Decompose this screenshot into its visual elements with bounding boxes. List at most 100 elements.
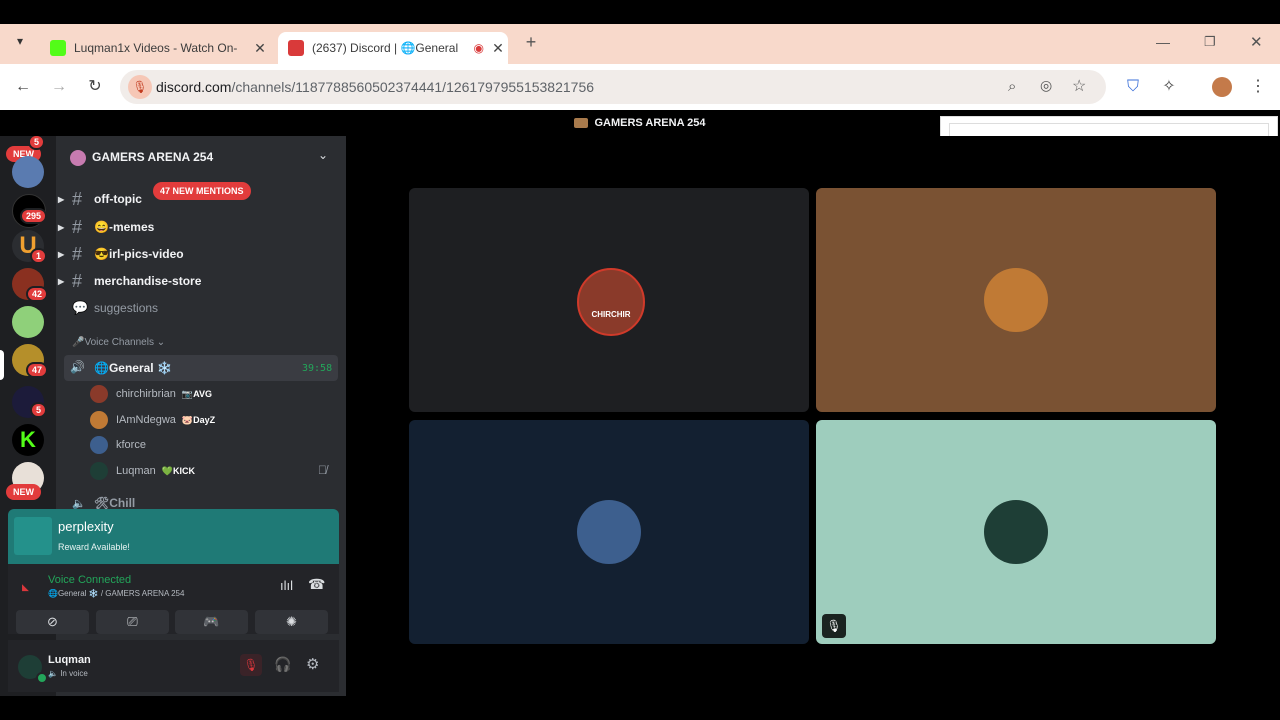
bookmark-star-icon[interactable]: ☆ (1072, 76, 1086, 96)
voice-user-name: kforce (116, 439, 146, 451)
headphones-icon[interactable]: 🎧 (274, 656, 291, 673)
address-bar[interactable]: 🎙 discord.com/channels/11877885605023744… (120, 70, 1106, 104)
voice-user[interactable]: kforce (90, 434, 146, 456)
close-icon[interactable]: ✕ (488, 40, 508, 57)
voice-status[interactable]: Voice Connected (48, 574, 131, 586)
camera-off-icon: ⊘ (47, 614, 58, 629)
user-name[interactable]: Luqman (48, 654, 91, 666)
mute-mic-button[interactable]: 🎙 (240, 654, 262, 676)
participant-tile[interactable]: 🎙 (816, 420, 1216, 644)
menu-icon[interactable]: ⋮ (1247, 76, 1269, 98)
microphone-icon[interactable]: 🎙 (128, 75, 152, 99)
server-icon[interactable] (12, 306, 44, 338)
hash-icon: # (72, 270, 83, 291)
new-tab-button[interactable]: + (520, 32, 542, 54)
channel-label: 🛠Chill (94, 496, 136, 510)
soundboard-button[interactable]: ✺ (255, 610, 328, 634)
gear-icon[interactable]: ⚙ (306, 655, 319, 673)
voice-channel-general[interactable]: 🔊 🌐General ❄️ 39:58 (64, 355, 338, 381)
tab-kick[interactable]: Luqman1x Videos - Watch On- ✕ (40, 32, 270, 64)
activity-label: DayZ (193, 415, 216, 425)
voice-user[interactable]: Luqman 💚 KICK (90, 460, 195, 482)
profile-avatar[interactable] (1212, 77, 1232, 97)
new-unread-pill[interactable]: NEW (6, 484, 41, 500)
muted-mic-icon: 🎙 (822, 614, 846, 638)
user-status: 🔈 In voice (48, 669, 88, 678)
game-activity: 🐷 DayZ (182, 415, 215, 426)
server-name[interactable]: GAMERS ARENA 254 (92, 150, 213, 164)
tab-title: Luqman1x Videos - Watch On- (74, 41, 238, 55)
screen-share-icon: ⎚ (127, 614, 138, 629)
chevron-down-icon: ⌄ (156, 337, 166, 348)
tab-search-button[interactable]: ▾ (8, 34, 32, 54)
channel-suggestions[interactable]: 💬 suggestions (72, 297, 158, 319)
extensions-icon[interactable]: ✧ (1158, 76, 1180, 98)
participant-tile[interactable] (409, 420, 809, 644)
discord-icon (288, 40, 304, 56)
unread-caret: ▶ (58, 194, 65, 204)
channel-label: merchandise-store (94, 274, 202, 288)
muted-mic-icon: 🎙̸ (318, 463, 327, 477)
activity-icon: 💚 (161, 465, 173, 476)
participant-tile[interactable] (816, 188, 1216, 412)
voice-channel-label: 🌐General ❄️ (94, 361, 172, 375)
eye-off-icon[interactable]: ◎ (1040, 77, 1052, 94)
voice-location[interactable]: 🌐General ❄️ / GAMERS ARENA 254 (48, 589, 184, 598)
avatar-text: CHIRCHIR (591, 310, 631, 319)
reload-icon[interactable]: ↻ (84, 76, 106, 98)
server-title: GAMERS ARENA 254 (594, 116, 706, 129)
noise-suppression-icon[interactable]: ılıl (280, 578, 293, 593)
online-status-dot (36, 672, 48, 684)
participant-tile[interactable]: CHIRCHIR (409, 188, 809, 412)
promo-subtitle: Reward Available! (58, 542, 130, 552)
user-panel: Luqman 🔈 In voice 🎙 🎧 ⚙ (8, 640, 339, 692)
server-icon (574, 117, 589, 128)
activity-label: KICK (172, 466, 195, 476)
kick-server-icon[interactable]: K (12, 424, 44, 456)
restore-icon[interactable]: ❐ (1204, 34, 1216, 50)
url-text[interactable]: discord.com/channels/1187788560502374441… (156, 79, 594, 95)
avatar: CHIRCHIR (577, 268, 645, 336)
promo-banner[interactable]: perplexity Reward Available! (8, 509, 339, 564)
game-activity: 💚 KICK (162, 466, 195, 477)
hash-icon: # (72, 243, 83, 264)
channel-off-topic[interactable]: ▶ # off-topic (58, 188, 142, 210)
mention-badge: 1 (30, 248, 48, 264)
channel-merchandise-store[interactable]: ▶ # merchandise-store (58, 270, 202, 292)
tab-discord[interactable]: (2637) Discord | 🌐General ◉ ✕ (278, 32, 508, 64)
voice-user-name: chirchirbrian (116, 388, 176, 400)
voice-category[interactable]: 🎤Voice Channels ⌄ (72, 337, 165, 348)
activity-label: AVG (193, 389, 212, 399)
promo-title: perplexity (58, 519, 114, 534)
forum-icon: 💬 (72, 300, 89, 315)
activities-button[interactable]: 🎮 (175, 610, 248, 634)
avatar (984, 500, 1048, 564)
disconnect-icon[interactable]: ☎ (308, 576, 325, 593)
perplexity-logo-icon (14, 517, 52, 555)
activity-icon: 🐷 (181, 414, 194, 425)
zoom-icon[interactable]: ⌕ (1008, 78, 1016, 95)
chevron-down-icon[interactable]: ⌄ (318, 148, 328, 162)
voice-user[interactable]: chirchirbrian 📷 AVG (90, 383, 212, 405)
screen-share-button[interactable]: ⎚ (96, 610, 169, 634)
speaker-icon: 🔈 (48, 669, 58, 678)
close-window-icon[interactable]: ✕ (1250, 33, 1263, 51)
voice-user[interactable]: IAmNdegwa 🐷 DayZ (90, 409, 215, 431)
mention-badge: 47 (26, 362, 49, 378)
channel-irl-pics-video[interactable]: ▶ # 😎irl-pics-video (58, 243, 184, 265)
url-domain: discord.com (156, 79, 232, 95)
mention-badge: 5 (30, 402, 48, 418)
shield-extension-icon[interactable]: ⛉ (1122, 76, 1144, 98)
forward-icon[interactable]: → (48, 76, 70, 98)
hash-icon: # (72, 216, 83, 237)
close-icon[interactable]: ✕ (250, 40, 270, 57)
server-icon[interactable] (12, 156, 44, 188)
new-mentions-pill[interactable]: 47 NEW MENTIONS (153, 182, 251, 200)
tab-strip: ▾ Luqman1x Videos - Watch On- ✕ (2637) D… (0, 24, 1280, 64)
unread-caret: ▶ (58, 222, 65, 232)
camera-off-button[interactable]: ⊘ (16, 610, 89, 634)
user-status-label: In voice (60, 669, 88, 678)
back-icon[interactable]: ← (12, 76, 34, 98)
minimize-icon[interactable]: — (1156, 34, 1170, 50)
channel-memes[interactable]: ▶ # 😄-memes (58, 216, 154, 238)
